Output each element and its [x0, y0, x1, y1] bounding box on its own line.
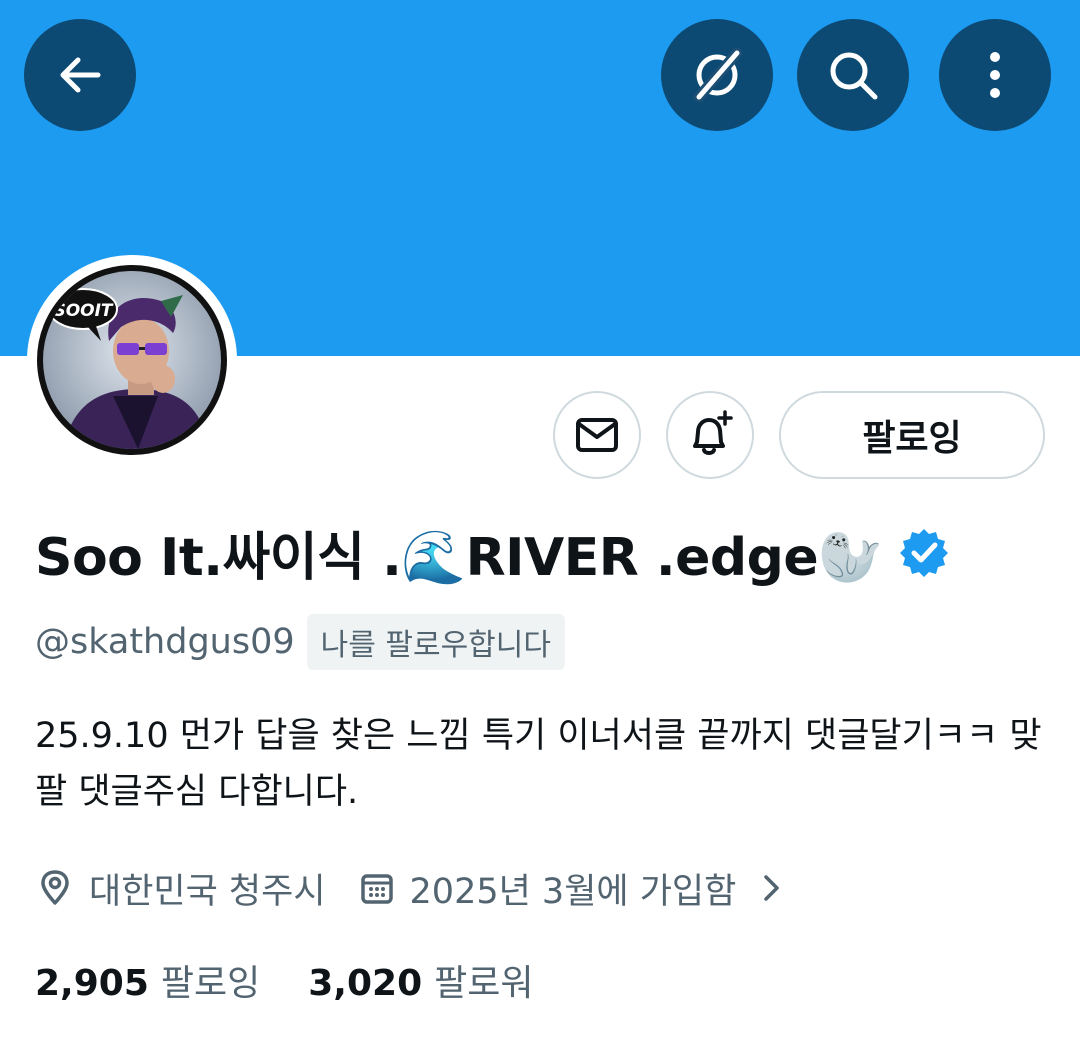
handle-row: @skathdgus09 나를 팔로우합니다	[35, 614, 565, 670]
chevron-right-icon	[764, 875, 780, 901]
avatar-image: SOOIT	[43, 271, 221, 449]
avatar[interactable]: SOOIT	[37, 265, 227, 455]
following-stat[interactable]: 2,905 팔로잉	[35, 954, 260, 1006]
location-item: 대한민국 청주시	[35, 863, 326, 914]
followers-count: 3,020	[308, 963, 423, 1004]
more-vertical-icon	[990, 52, 1000, 98]
follows-you-badge: 나를 팔로우합니다	[306, 614, 565, 670]
search-icon	[830, 52, 878, 100]
search-button[interactable]	[797, 19, 909, 131]
followers-label: 팔로워	[434, 963, 534, 1004]
verified-badge-icon[interactable]	[898, 526, 950, 578]
profile-bio: 25.9.10 먼가 답을 찾은 느낌 특기 이너서클 끝까지 댓글달기ㅋㅋ 맞…	[35, 716, 1042, 812]
message-button[interactable]	[553, 391, 641, 479]
avatar-ring: SOOIT	[27, 255, 237, 465]
bell-plus-icon	[693, 410, 733, 455]
profile-meta: 대한민국 청주시 2025년 3월에 가입함	[35, 860, 784, 916]
joined-item[interactable]: 2025년 3월에 가입함	[358, 863, 785, 914]
location-pin-icon	[41, 870, 69, 905]
display-name-row: Soo It.싸이식 .🌊RIVER .edge🦭	[35, 512, 950, 592]
grok-icon	[693, 47, 743, 103]
display-name: Soo It.싸이식 .🌊RIVER .edge🦭	[35, 527, 883, 588]
following-count: 2,905	[35, 963, 149, 1004]
followers-stat[interactable]: 3,020 팔로워	[308, 954, 533, 1006]
user-handle: @skathdgus09	[35, 622, 295, 662]
following-button[interactable]: 팔로잉	[779, 391, 1045, 479]
location-text: 대한민국 청주시	[89, 871, 326, 912]
avatar-logo-text: SOOIT	[53, 301, 113, 321]
back-button[interactable]	[24, 19, 136, 131]
joined-text: 2025년 3월에 가입함	[409, 871, 737, 912]
follow-stats: 2,905 팔로잉 3,020 팔로워	[35, 952, 534, 1008]
more-options-button[interactable]	[939, 19, 1051, 131]
notifications-button[interactable]	[666, 391, 754, 479]
calendar-icon	[360, 874, 393, 904]
grok-button[interactable]	[661, 19, 773, 131]
back-arrow-icon	[60, 57, 101, 93]
following-label: 팔로잉	[160, 963, 261, 1004]
mail-icon	[576, 418, 618, 452]
